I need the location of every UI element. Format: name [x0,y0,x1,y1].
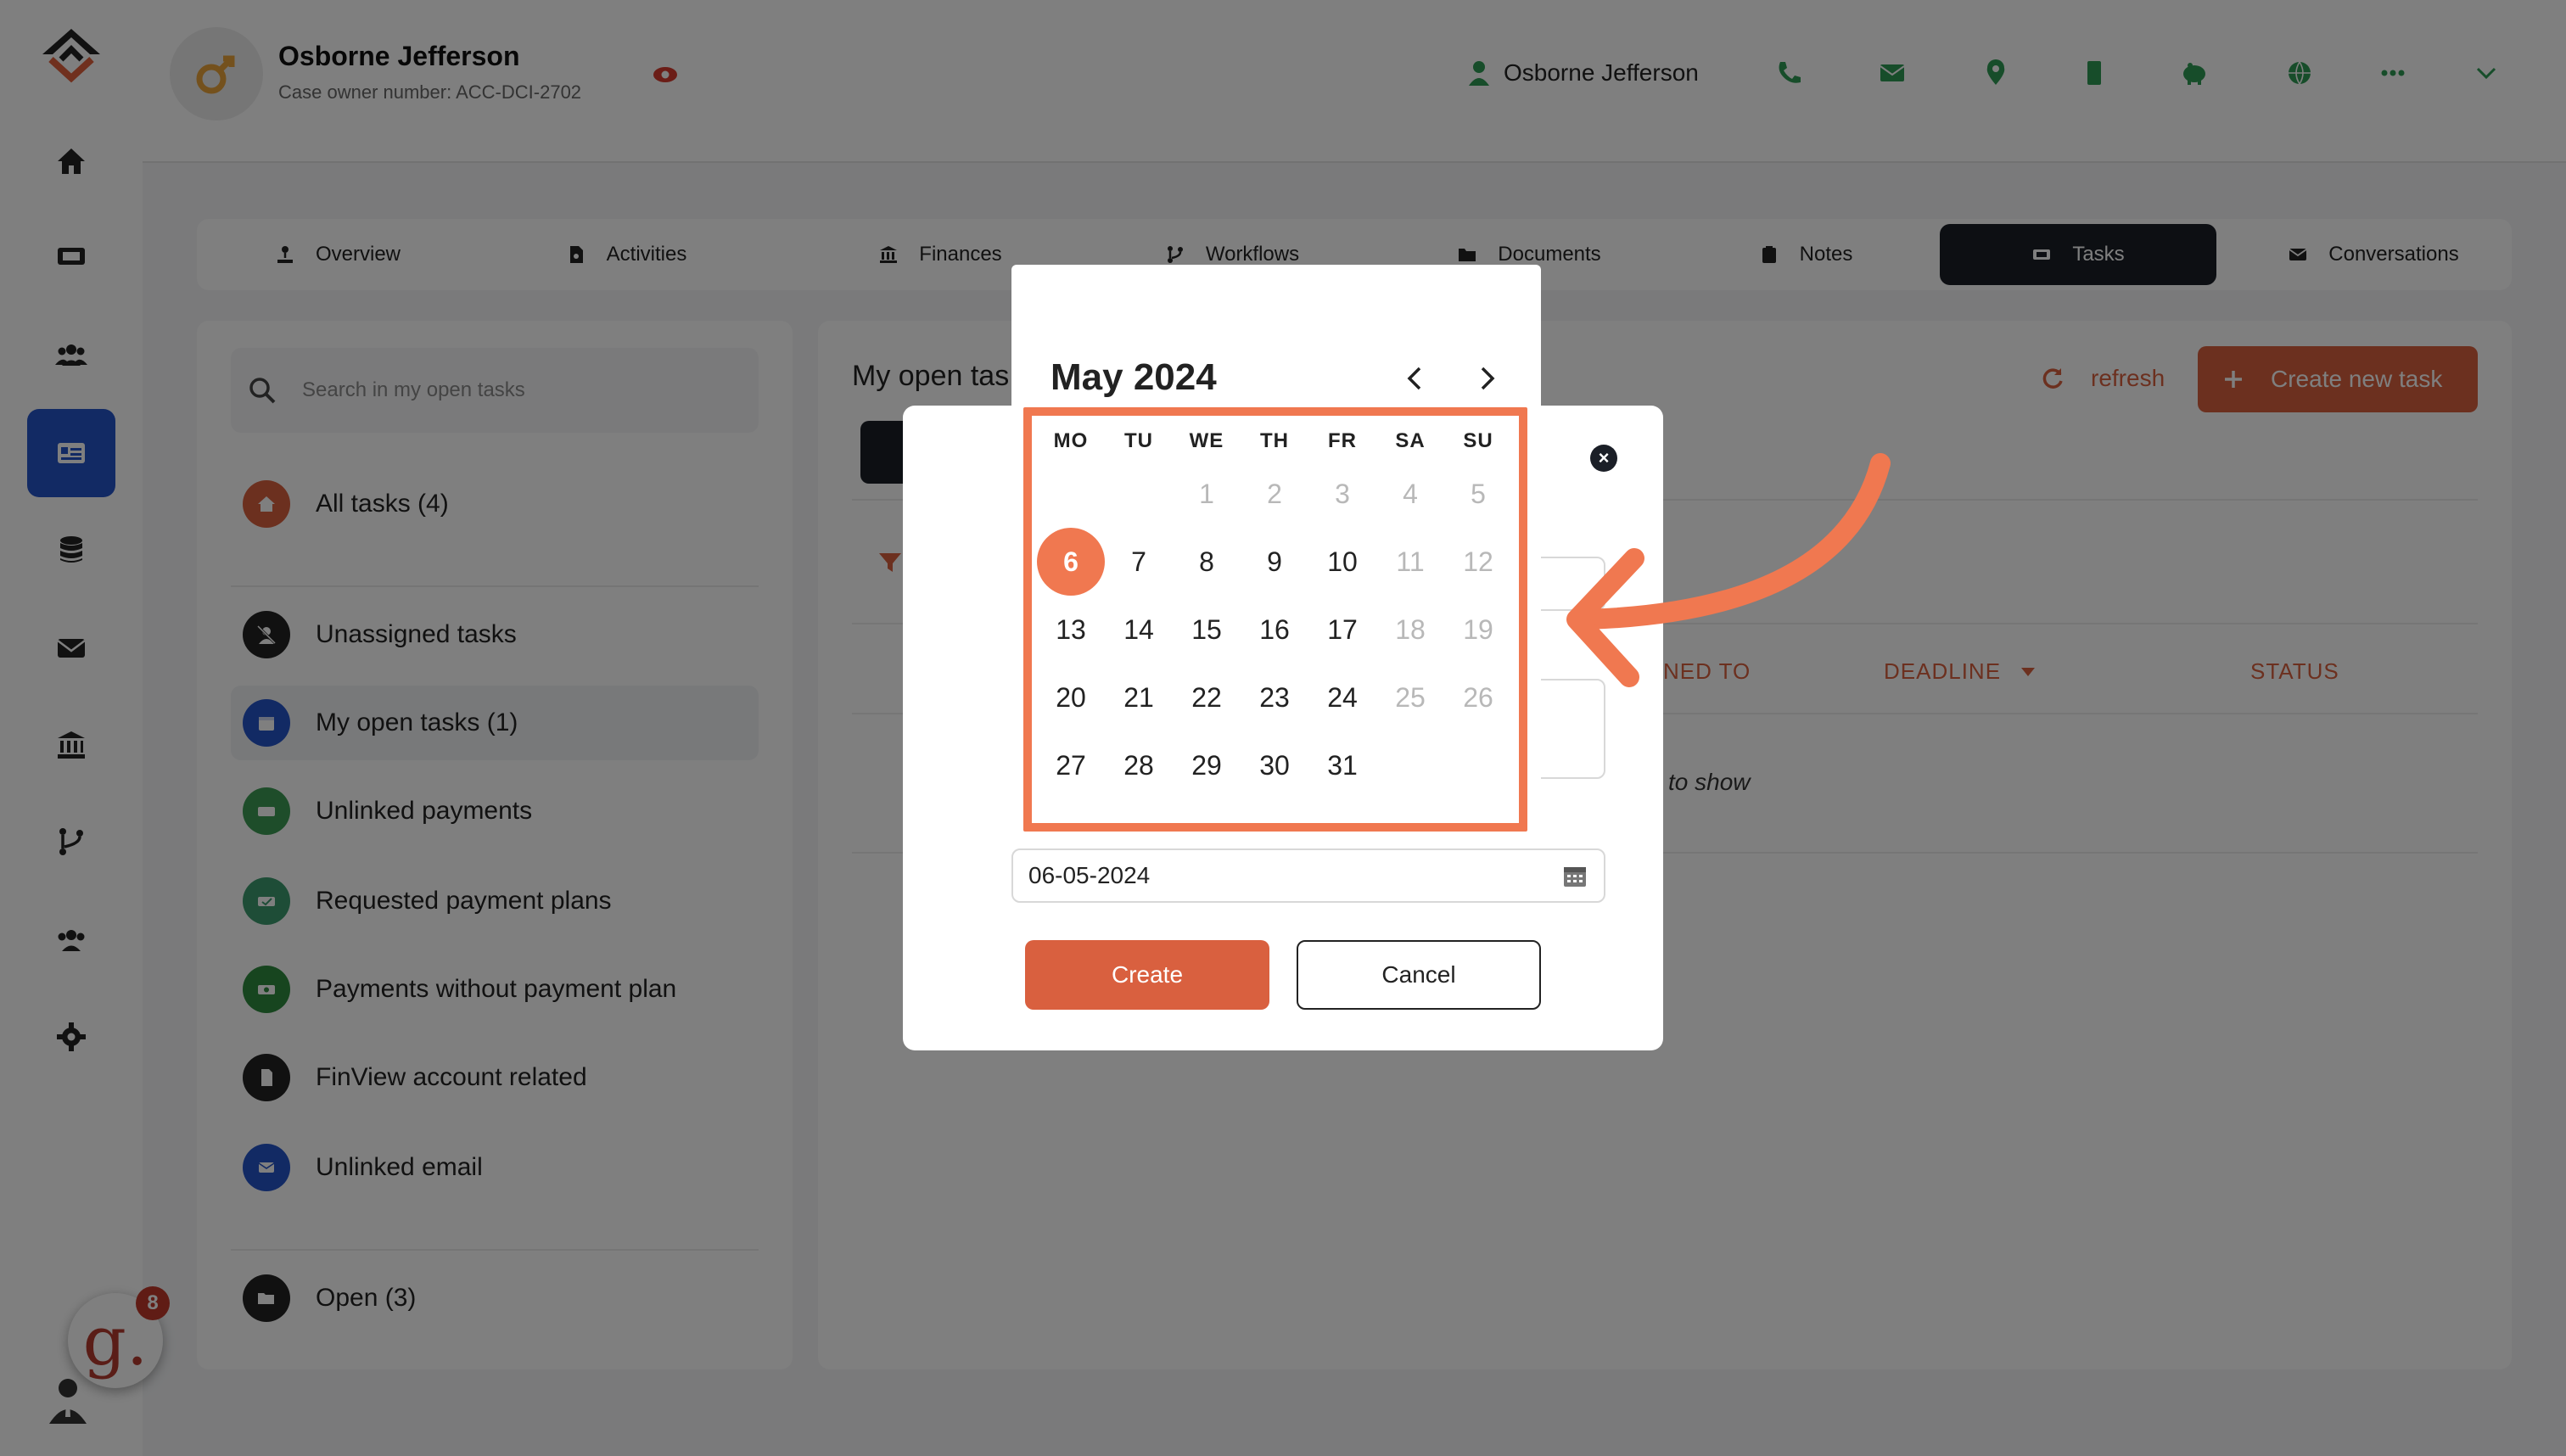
weekday-header: WE [1189,429,1224,452]
calendar-day[interactable]: 27 [1037,731,1105,799]
day-number: 27 [1056,749,1086,781]
calendar-day[interactable]: 26 [1444,664,1512,731]
calendar-day[interactable]: 28 [1105,731,1173,799]
cancel-button[interactable]: Cancel [1297,940,1541,1010]
day-number: 21 [1123,681,1154,713]
day-number: 25 [1395,681,1426,713]
next-month-button[interactable] [1470,361,1504,395]
calendar-day[interactable]: 2 [1241,460,1308,528]
day-number: 31 [1327,749,1358,781]
calendar-day[interactable]: 31 [1308,731,1376,799]
calendar-day[interactable]: 12 [1444,528,1512,596]
prev-month-button[interactable] [1398,361,1432,395]
calendar-day[interactable]: 29 [1173,731,1241,799]
calendar-day[interactable]: 30 [1241,731,1308,799]
calendar-day[interactable]: 20 [1037,664,1105,731]
day-number: 9 [1267,546,1282,577]
calendar-day[interactable]: 5 [1444,460,1512,528]
calendar-day[interactable]: 14 [1105,596,1173,664]
day-number: 17 [1327,613,1358,645]
day-number: 7 [1131,546,1146,577]
calendar-day[interactable]: 18 [1376,596,1444,664]
day-number: 18 [1395,613,1426,645]
weekday-header: MO [1053,429,1089,452]
calendar-day-grid: MO TU WE TH FR SA SU 1 2 3 4 5 6 7 8 9 10 11 12 13 14 15 16 17 1… [1023,407,1527,832]
calendar-day[interactable]: 19 [1444,596,1512,664]
calendar-day[interactable]: 3 [1308,460,1376,528]
day-number: 24 [1327,681,1358,713]
annotation-arrow [1566,453,1891,687]
day-number: 23 [1259,681,1290,713]
weekday-header: SU [1463,429,1493,452]
day-number: 29 [1191,749,1222,781]
calendar-day[interactable]: 22 [1173,664,1241,731]
calendar-day[interactable]: 10 [1308,528,1376,596]
calendar-day[interactable]: 13 [1037,596,1105,664]
day-number: 8 [1199,546,1214,577]
date-picker-popup: May 2024 MO TU WE TH FR SA SU 1 2 3 4 5 6 7 8 9 10 11 12 13… [1011,265,1541,842]
day-number: 5 [1471,478,1486,509]
day-number: 13 [1056,613,1086,645]
calendar-day[interactable]: 11 [1376,528,1444,596]
calendar-month-label: May 2024 [1050,356,1217,398]
day-number: 26 [1463,681,1493,713]
day-number: 22 [1191,681,1222,713]
calendar-day[interactable]: 7 [1105,528,1173,596]
day-number: 15 [1191,613,1222,645]
day-number: 30 [1259,749,1290,781]
weekday-header: TH [1260,429,1289,452]
day-number: 4 [1403,478,1418,509]
calendar-day[interactable]: 24 [1308,664,1376,731]
calendar-day[interactable]: 23 [1241,664,1308,731]
calendar-day[interactable]: 25 [1376,664,1444,731]
calendar-day-selected[interactable]: 6 [1037,528,1105,596]
calendar-day[interactable]: 16 [1241,596,1308,664]
day-number: 10 [1327,546,1358,577]
day-number: 3 [1335,478,1350,509]
weekday-header: TU [1124,429,1153,452]
create-button[interactable]: Create [1025,940,1269,1010]
calendar-day[interactable]: 15 [1173,596,1241,664]
day-number: 6 [1063,546,1079,577]
chevron-right-icon [1481,367,1495,390]
weekday-header: FR [1328,429,1357,452]
deadline-date-value: 06-05-2024 [1028,862,1151,888]
calendar-day[interactable]: 1 [1173,460,1241,528]
deadline-date-input[interactable]: 06-05-2024 [1011,848,1605,903]
day-number: 2 [1267,478,1282,509]
chevron-left-icon [1407,367,1421,390]
calendar-day[interactable]: 4 [1376,460,1444,528]
day-number: 28 [1123,749,1154,781]
calendar-day[interactable]: 21 [1105,664,1173,731]
day-number: 1 [1199,478,1214,509]
day-number: 11 [1396,546,1425,577]
day-number: 12 [1463,546,1493,577]
calendar-day[interactable]: 9 [1241,528,1308,596]
day-number: 19 [1463,613,1493,645]
calendar-day[interactable]: 8 [1173,528,1241,596]
day-number: 14 [1123,613,1154,645]
calendar-icon[interactable] [1561,862,1588,889]
weekday-header: SA [1395,429,1426,452]
day-number: 20 [1056,681,1086,713]
calendar-day[interactable]: 17 [1308,596,1376,664]
day-number: 16 [1259,613,1290,645]
